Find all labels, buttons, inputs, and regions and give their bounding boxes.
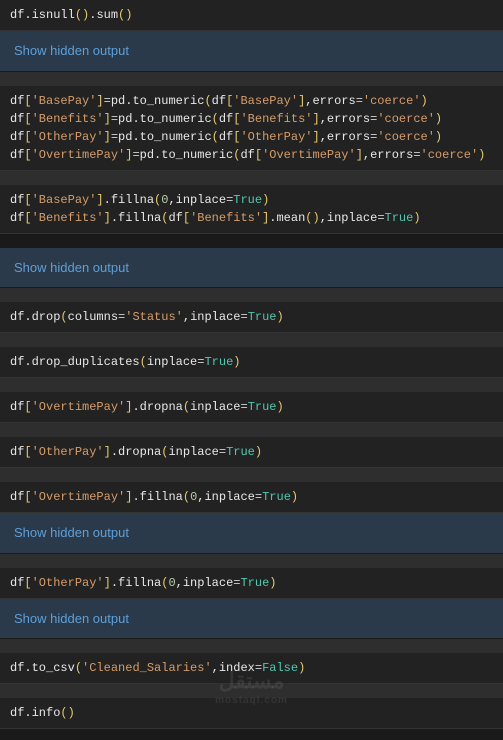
code-line: df.drop_duplicates(inplace=True)	[10, 353, 493, 371]
code-line: df.drop(columns='Status',inplace=True)	[10, 308, 493, 326]
cell-gap	[0, 639, 503, 653]
show-hidden-output-toggle[interactable]: Show hidden output	[0, 513, 503, 554]
code-cell-isnull[interactable]: df.isnull().sum()	[0, 0, 503, 31]
cell-gap	[0, 468, 503, 482]
cell-gap	[0, 333, 503, 347]
code-line: df['Benefits'].fillna(df['Benefits'].mea…	[10, 209, 493, 227]
code-line: df['OtherPay'].fillna(0,inplace=True)	[10, 574, 493, 592]
code-cell-fillna-otherpay[interactable]: df['OtherPay'].fillna(0,inplace=True)	[0, 568, 503, 599]
show-hidden-output-toggle[interactable]: Show hidden output	[0, 599, 503, 640]
cell-gap	[0, 234, 503, 248]
code-cell-dropna-overtime[interactable]: df['OvertimePay'].dropna(inplace=True)	[0, 392, 503, 423]
cell-gap	[0, 288, 503, 302]
cell-gap	[0, 423, 503, 437]
show-hidden-output-toggle[interactable]: Show hidden output	[0, 248, 503, 289]
code-line: df.info()	[10, 704, 493, 722]
code-cell-dropna-otherpay[interactable]: df['OtherPay'].dropna(inplace=True)	[0, 437, 503, 468]
code-line: df['BasePay']=pd.to_numeric(df['BasePay'…	[10, 92, 493, 110]
cell-gap	[0, 378, 503, 392]
code-line: df['OvertimePay'].fillna(0,inplace=True)	[10, 488, 493, 506]
show-hidden-output-toggle[interactable]: Show hidden output	[0, 31, 503, 72]
cell-gap	[0, 171, 503, 185]
code-line: df['Benefits']=pd.to_numeric(df['Benefit…	[10, 110, 493, 128]
code-cell-to-numeric[interactable]: df['BasePay']=pd.to_numeric(df['BasePay'…	[0, 86, 503, 171]
code-cell-drop-duplicates[interactable]: df.drop_duplicates(inplace=True)	[0, 347, 503, 378]
code-line: df['OvertimePay']=pd.to_numeric(df['Over…	[10, 146, 493, 164]
code-line: df['OtherPay']=pd.to_numeric(df['OtherPa…	[10, 128, 493, 146]
code-cell-fillna-overtime[interactable]: df['OvertimePay'].fillna(0,inplace=True)	[0, 482, 503, 513]
code-line: df.to_csv('Cleaned_Salaries',index=False…	[10, 659, 493, 677]
cell-gap	[0, 72, 503, 86]
code-cell-fillna-basepay[interactable]: df['BasePay'].fillna(0,inplace=True) df[…	[0, 185, 503, 234]
cell-gap	[0, 554, 503, 568]
code-cell-to-csv[interactable]: df.to_csv('Cleaned_Salaries',index=False…	[0, 653, 503, 684]
code-line: df.isnull().sum()	[10, 6, 493, 24]
code-line: df['BasePay'].fillna(0,inplace=True)	[10, 191, 493, 209]
code-line: df['OvertimePay'].dropna(inplace=True)	[10, 398, 493, 416]
code-cell-drop-status[interactable]: df.drop(columns='Status',inplace=True)	[0, 302, 503, 333]
cell-gap	[0, 684, 503, 698]
code-cell-info[interactable]: df.info()	[0, 698, 503, 729]
code-line: df['OtherPay'].dropna(inplace=True)	[10, 443, 493, 461]
